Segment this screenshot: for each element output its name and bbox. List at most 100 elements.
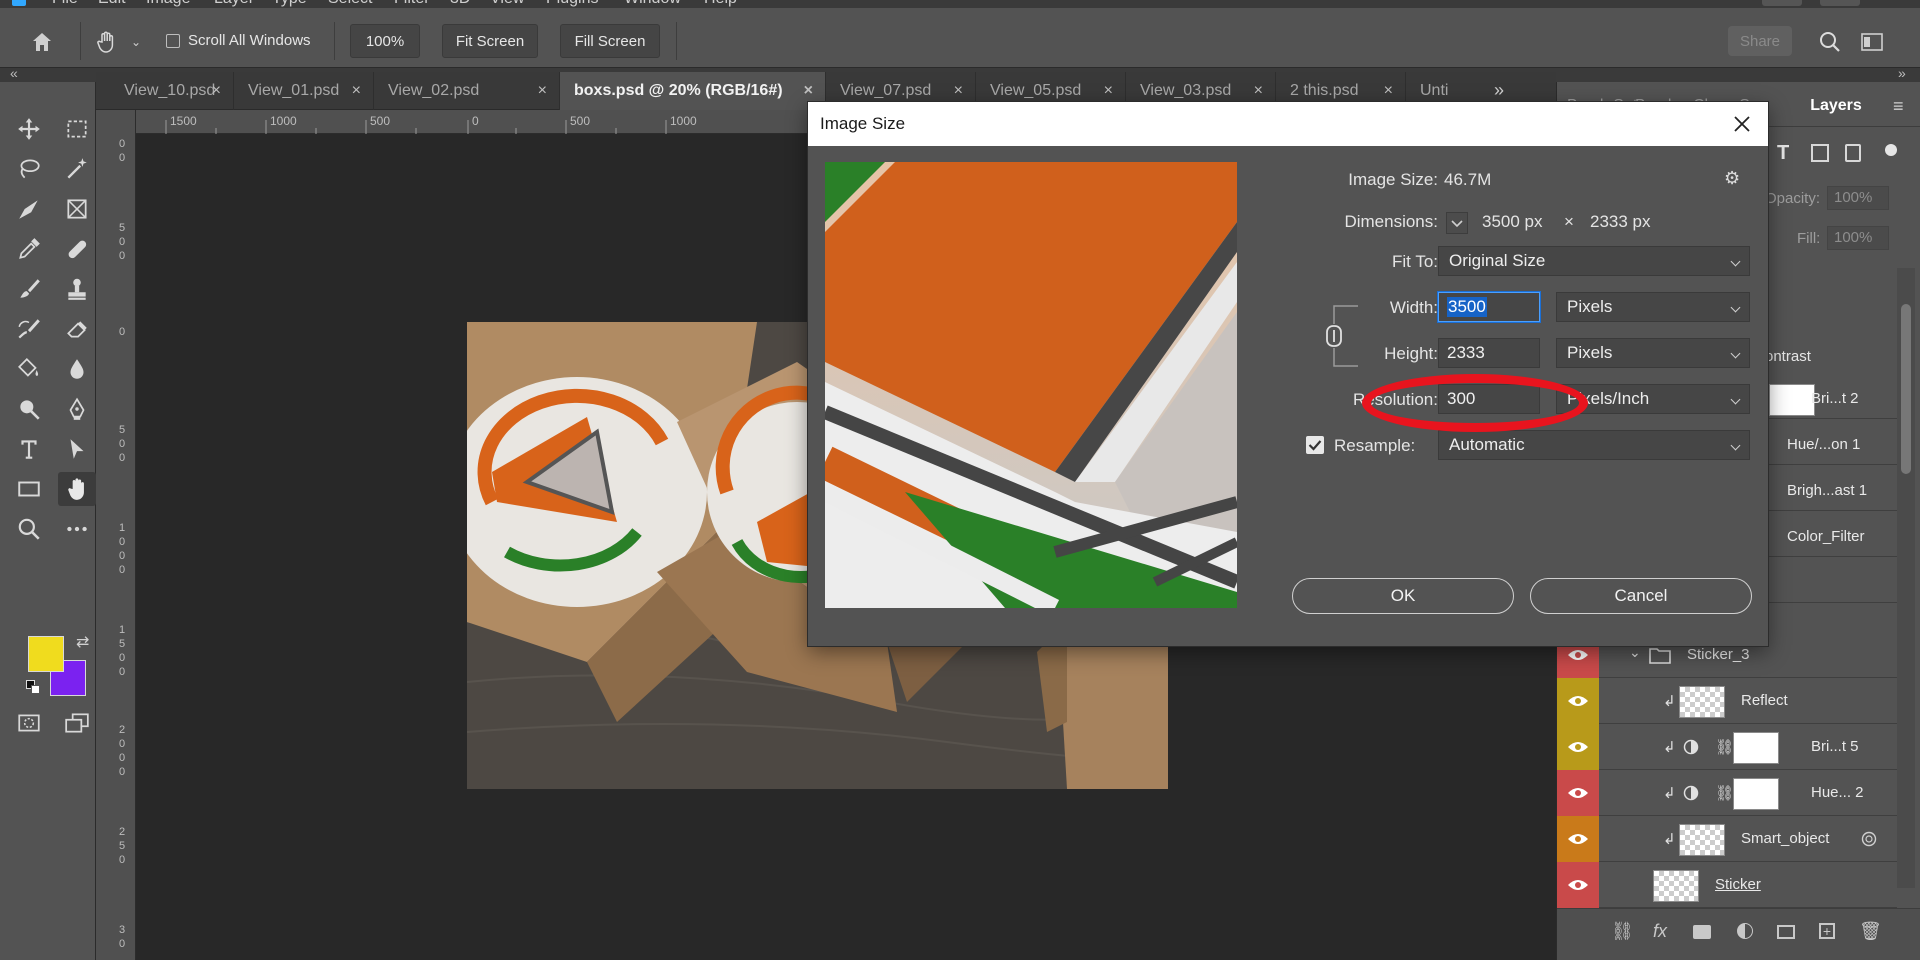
menu-3d[interactable]: 3D xyxy=(450,0,470,8)
close-icon[interactable]: × xyxy=(352,82,361,100)
filter-toggle-icon[interactable] xyxy=(1885,144,1897,156)
close-icon[interactable]: × xyxy=(212,82,221,100)
menu-window[interactable]: Window xyxy=(624,0,681,8)
layers-scrollbar[interactable] xyxy=(1897,268,1915,888)
smart-object-filter-icon[interactable] xyxy=(1845,144,1861,162)
type-filter-icon[interactable]: T xyxy=(1777,142,1789,165)
hand-tool-icon[interactable] xyxy=(92,28,120,56)
menu-file[interactable]: File xyxy=(52,0,78,8)
path-selection-tool-icon[interactable] xyxy=(58,432,96,466)
visibility-eye-icon[interactable] xyxy=(1557,862,1599,908)
fit-to-select[interactable]: Original Size xyxy=(1438,246,1750,276)
marquee-tool-icon[interactable] xyxy=(58,112,96,146)
layer-name[interactable]: Bri...t 5 xyxy=(1811,738,1859,755)
visibility-eye-icon[interactable] xyxy=(1557,724,1599,770)
close-icon[interactable] xyxy=(1728,110,1756,138)
tab-layers[interactable]: Layers xyxy=(1801,86,1871,126)
paint-bucket-tool-icon[interactable] xyxy=(10,352,48,386)
link-icon[interactable]: ⛓ xyxy=(1715,738,1734,756)
shape-filter-icon[interactable] xyxy=(1811,144,1829,162)
history-brush-tool-icon[interactable] xyxy=(10,312,48,346)
layer-name[interactable]: Hue/...on 1 xyxy=(1787,436,1860,453)
zoom-tool-icon[interactable] xyxy=(10,512,48,546)
menu-filter[interactable]: Filter xyxy=(394,0,430,8)
scrollbar-thumb[interactable] xyxy=(1901,304,1911,474)
opacity-field[interactable]: 100% xyxy=(1827,186,1889,210)
fill-screen-button[interactable]: Fill Screen xyxy=(560,24,660,58)
resolution-input[interactable]: 300 xyxy=(1438,384,1540,414)
resolution-unit-select[interactable]: Pixels/Inch xyxy=(1556,384,1750,414)
healing-brush-tool-icon[interactable] xyxy=(58,232,96,266)
ok-button[interactable]: OK xyxy=(1292,578,1514,614)
layer-row-smart-object[interactable]: ↲ Smart_object xyxy=(1557,816,1897,862)
layer-row-brightness-5[interactable]: ↲ ⛓ Bri...t 5 xyxy=(1557,724,1897,770)
width-input[interactable]: 3500 xyxy=(1438,292,1540,322)
visibility-eye-icon[interactable] xyxy=(1557,770,1599,816)
close-icon[interactable]: × xyxy=(538,82,547,100)
brush-tool-icon[interactable] xyxy=(10,272,48,306)
zoom-100-button[interactable]: 100% xyxy=(350,24,420,58)
fx-icon[interactable]: fx xyxy=(1653,921,1667,942)
close-icon[interactable]: × xyxy=(804,82,813,100)
dodge-tool-icon[interactable] xyxy=(10,392,48,426)
blur-tool-icon[interactable] xyxy=(58,352,96,386)
collapse-left-icon[interactable]: « xyxy=(10,65,18,81)
pen-tool-icon[interactable] xyxy=(58,392,96,426)
layer-name[interactable]: Brigh...ast 1 xyxy=(1787,482,1867,499)
tabs-overflow-icon[interactable]: » xyxy=(1494,80,1504,101)
maximize-button[interactable] xyxy=(1820,0,1860,6)
menu-help[interactable]: Help xyxy=(704,0,737,8)
menu-edit[interactable]: Edit xyxy=(98,0,126,8)
layer-name[interactable]: Color_Filter xyxy=(1787,528,1865,545)
new-group-icon[interactable] xyxy=(1777,925,1795,939)
add-mask-icon[interactable] xyxy=(1693,925,1711,939)
fit-screen-button[interactable]: Fit Screen xyxy=(442,24,538,58)
workspace-icon[interactable] xyxy=(1858,28,1886,56)
collapse-right-icon[interactable]: » xyxy=(1898,65,1906,81)
rectangle-tool-icon[interactable] xyxy=(10,472,48,506)
link-layers-icon[interactable]: ⛓ xyxy=(1611,921,1634,942)
layer-row-reflect[interactable]: ↲ Reflect xyxy=(1557,678,1897,724)
home-icon[interactable] xyxy=(28,28,56,56)
screen-mode-icon[interactable] xyxy=(58,706,96,740)
resample-select[interactable]: Automatic xyxy=(1438,430,1750,460)
chevron-down-icon[interactable]: ⌄ xyxy=(122,28,150,56)
menu-type[interactable]: Type xyxy=(272,0,307,8)
layer-row-hue-2[interactable]: ↲ ⛓ Hue... 2 xyxy=(1557,770,1897,816)
eraser-tool-icon[interactable] xyxy=(58,312,96,346)
layer-name[interactable]: Hue... 2 xyxy=(1811,784,1864,801)
link-icon[interactable]: ⛓ xyxy=(1715,784,1734,802)
tab-view-10[interactable]: View_10.psd × xyxy=(110,72,234,110)
magic-wand-tool-icon[interactable] xyxy=(58,152,96,186)
layer-name[interactable]: Sticker xyxy=(1715,876,1761,893)
menu-layer[interactable]: Layer xyxy=(214,0,254,8)
layer-name[interactable]: Reflect xyxy=(1741,692,1788,709)
image-preview[interactable] xyxy=(825,162,1237,608)
pen-slice-tool-icon[interactable] xyxy=(10,192,48,226)
width-unit-select[interactable]: Pixels xyxy=(1556,292,1750,322)
delete-layer-icon[interactable]: 🗑 xyxy=(1859,921,1882,942)
height-input[interactable]: 2333 xyxy=(1438,338,1540,368)
eyedropper-tool-icon[interactable] xyxy=(10,232,48,266)
default-colors-icon[interactable] xyxy=(26,680,40,694)
visibility-eye-icon[interactable] xyxy=(1557,678,1599,724)
search-icon[interactable] xyxy=(1816,28,1844,56)
minimize-button[interactable] xyxy=(1762,0,1802,6)
scroll-all-windows-checkbox[interactable] xyxy=(166,34,180,48)
move-tool-icon[interactable] xyxy=(10,112,48,146)
gear-icon[interactable]: ⚙ xyxy=(1724,168,1740,189)
menu-view[interactable]: View xyxy=(490,0,524,8)
menu-select[interactable]: Select xyxy=(328,0,372,8)
lasso-tool-icon[interactable] xyxy=(10,152,48,186)
menu-image[interactable]: Image xyxy=(146,0,190,8)
close-icon[interactable]: × xyxy=(1384,82,1393,100)
close-icon[interactable]: × xyxy=(1254,82,1263,100)
tab-view-01[interactable]: View_01.psd × xyxy=(234,72,374,110)
layer-name[interactable]: Smart_object xyxy=(1741,830,1829,847)
layer-row-sticker[interactable]: Sticker xyxy=(1557,862,1897,908)
foreground-color-swatch[interactable] xyxy=(28,636,64,672)
frame-tool-icon[interactable] xyxy=(58,192,96,226)
close-icon[interactable]: × xyxy=(1104,82,1113,100)
visibility-eye-icon[interactable] xyxy=(1557,816,1599,862)
layer-name[interactable]: Bri...t 2 xyxy=(1811,390,1859,407)
